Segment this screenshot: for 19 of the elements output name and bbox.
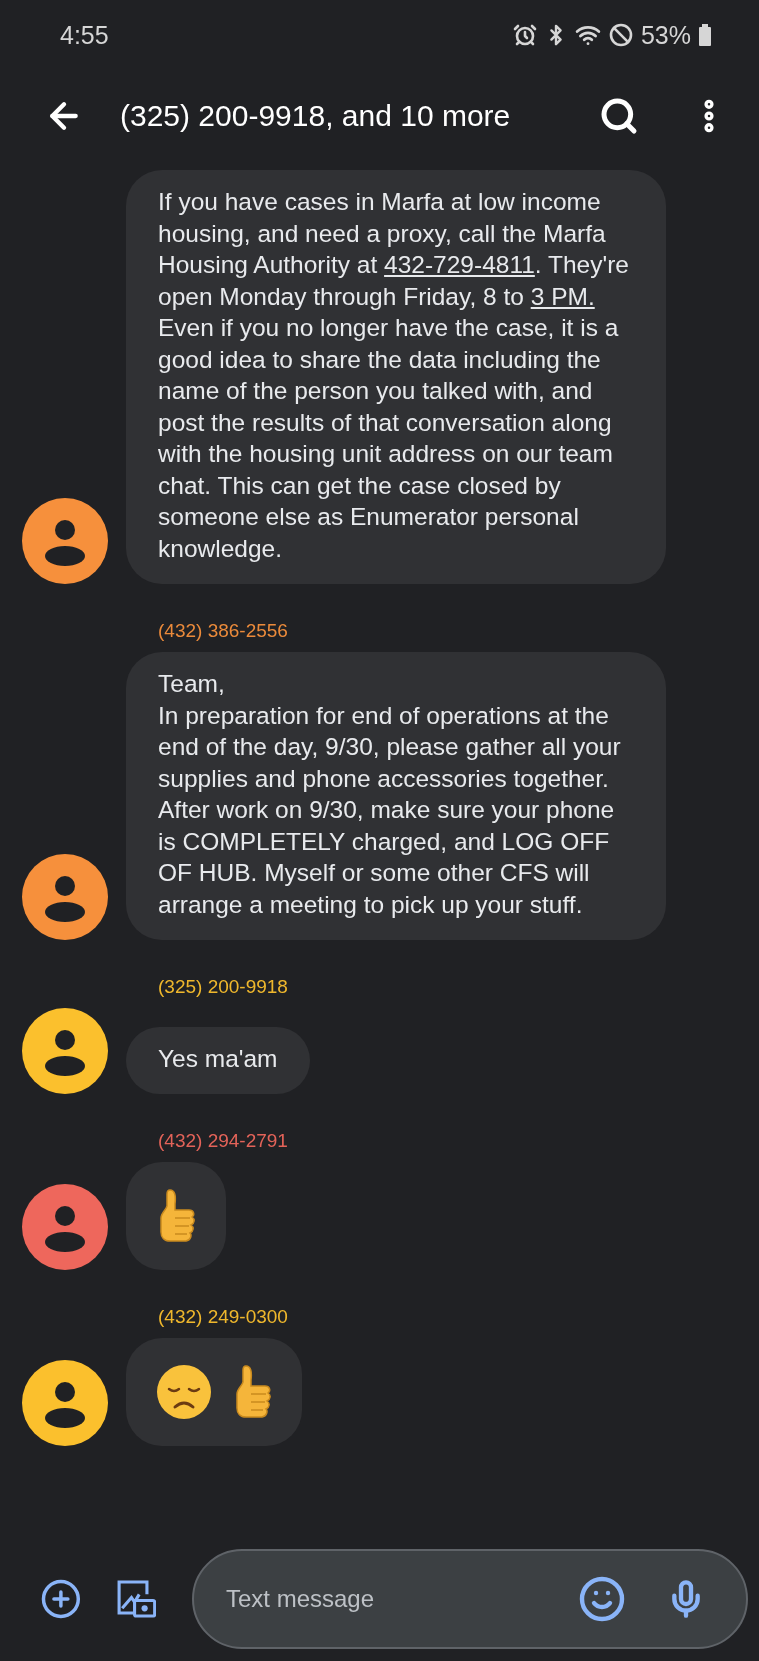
do-not-disturb-icon — [608, 23, 633, 47]
conversation-title: (325) 200-9918, and 10 more — [120, 99, 512, 133]
message-text: Team, In preparation for end of operations at the end of the day, 9/30, please gather all your supplies and phone accessories together. After work on 9/30, make sure your phone is COMPLETELY charged, and LOG OFF OF HUB. Myself or some other CFS will arrange a meeting to pick up your stuff. — [158, 669, 622, 920]
status-time: 4:55 — [60, 20, 110, 50]
sender-name: (432) 249-0300 — [158, 1306, 289, 1328]
battery-icon — [699, 24, 711, 46]
message-input[interactable]: Text message — [224, 1584, 538, 1614]
emoji-icon[interactable] — [578, 1575, 626, 1623]
message-text: Yes ma'am — [158, 1043, 278, 1074]
battery-level: 53% — [640, 20, 691, 50]
sender-name: (432) 294-2791 — [158, 1130, 289, 1152]
message-link[interactable]: 3 PM. — [530, 282, 595, 310]
sender-name: (432) 386-2556 — [158, 620, 289, 642]
message-text: If you have cases in Marfa at low income housing, and need a proxy, call the Marfa Housing Authority at 432-729-4811. They're open Monday through Friday, 8 to 3 PM. Even if you no longer have the case, it is a good idea to share the data including the name of the person you talked with, and post the results of that conversation along with the housing unit address on our team chat. This can get the case closed by someone else as Enumerator personal knowledge. — [158, 187, 630, 564]
alarm-icon — [512, 23, 537, 47]
sad-face-icon — [156, 1364, 212, 1420]
message-link[interactable]: 432-729-4811 — [384, 251, 535, 278]
sender-name: (325) 200-9918 — [158, 976, 289, 998]
search-icon[interactable] — [599, 96, 639, 136]
